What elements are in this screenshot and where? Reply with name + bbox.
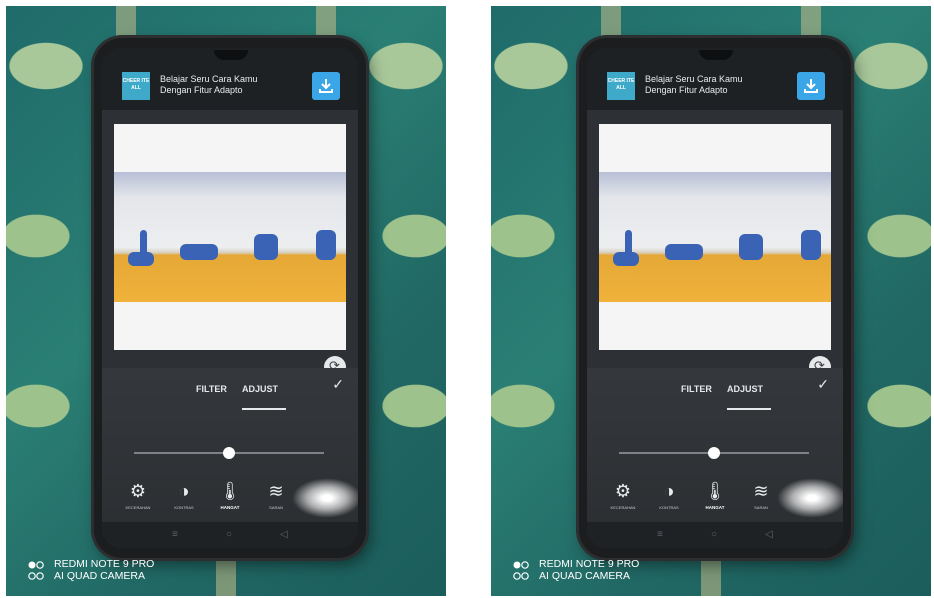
download-button[interactable] <box>797 72 825 100</box>
tool-label: KECERAHAN <box>125 505 151 510</box>
tab-adjust[interactable]: ADJUST <box>727 384 763 394</box>
editor-controls: FILTER ADJUST ✓ ⚙ KECERAHAN ◑ KONTRAS 🌡 … <box>102 368 358 548</box>
watermark-line2: AI QUAD CAMERA <box>54 570 146 582</box>
phone-screen: CHEER ITE ALL Belajar Seru Cara Kamu Den… <box>102 48 358 548</box>
download-icon <box>319 79 333 93</box>
tool-label: KONTRAS <box>174 505 194 510</box>
tool-brightness[interactable]: ⚙ KECERAHAN <box>118 480 158 510</box>
watermark-line1: REDMI NOTE 9 PRO <box>539 558 640 570</box>
home-icon[interactable]: ○ <box>226 529 232 540</box>
tab-filter[interactable]: FILTER <box>681 384 712 394</box>
camera-logo-icon <box>513 561 529 580</box>
app-header: CHEER ITE ALL Belajar Seru Cara Kamu Den… <box>102 48 358 110</box>
wifi-icon: ≋ <box>268 481 284 501</box>
judoka-figure <box>180 244 218 260</box>
tool-label: HANGAT <box>705 505 725 510</box>
thermometer-icon: 🌡 <box>218 481 242 501</box>
menu-icon[interactable]: ≡ <box>172 529 178 540</box>
wifi-icon: ≋ <box>753 481 769 501</box>
app-logo: CHEER ITE ALL <box>122 72 150 100</box>
tool-contrast[interactable]: ◑ KONTRAS <box>649 480 689 510</box>
home-icon[interactable]: ○ <box>711 529 717 540</box>
photo-right: CHEER ITE ALL Belajar Seru Cara Kamu Den… <box>491 6 931 596</box>
tool-label: KONTRAS <box>659 505 679 510</box>
adjust-slider-knob[interactable] <box>708 447 720 459</box>
phone-screen: CHEER ITE ALL Belajar Seru Cara Kamu Den… <box>587 48 843 548</box>
judoka-figure <box>254 234 278 260</box>
judoka-figure <box>625 230 632 256</box>
app-title-line1: Belajar Seru Cara Kamu <box>645 74 743 84</box>
watermark-line1: REDMI NOTE 9 PRO <box>54 558 155 570</box>
download-icon <box>804 79 818 93</box>
judoka-figure <box>739 234 763 260</box>
app-header: CHEER ITE ALL Belajar Seru Cara Kamu Den… <box>587 48 843 110</box>
gear-icon: ⚙ <box>614 481 632 501</box>
tool-label: HANGAT <box>220 505 240 510</box>
tool-brightness[interactable]: ⚙ KECERAHAN <box>603 480 643 510</box>
menu-icon[interactable]: ≡ <box>657 529 663 540</box>
system-nav-bar: ≡ ○ ◁ <box>587 522 843 548</box>
camera-logo-icon <box>28 561 44 580</box>
tool-contrast[interactable]: ◑ KONTRAS <box>164 480 204 510</box>
contrast-icon: ◑ <box>663 481 675 501</box>
app-title-line2: Dengan Fitur Adapto <box>645 85 728 95</box>
adjust-slider-knob[interactable] <box>223 447 235 459</box>
phone: CHEER ITE ALL Belajar Seru Cara Kamu Den… <box>94 38 366 558</box>
camera-notch <box>699 50 733 60</box>
tool-warmth[interactable]: 🌡 HANGAT <box>210 480 250 510</box>
judo-scene <box>114 172 346 302</box>
app-title-line1: Belajar Seru Cara Kamu <box>160 74 258 84</box>
app-title: Belajar Seru Cara Kamu Dengan Fitur Adap… <box>645 74 775 96</box>
watermark-line2: AI QUAD CAMERA <box>539 570 631 582</box>
back-icon[interactable]: ◁ <box>280 529 288 540</box>
confirm-icon[interactable]: ✓ <box>817 376 829 393</box>
back-icon[interactable]: ◁ <box>765 529 773 540</box>
tool-label: SARAN <box>269 505 283 510</box>
judoka-figure <box>665 244 703 260</box>
app-logo: CHEER ITE ALL <box>607 72 635 100</box>
light-glare <box>292 478 358 518</box>
photo-preview <box>114 124 346 350</box>
tab-filter[interactable]: FILTER <box>196 384 227 394</box>
tool-suggestion[interactable]: ≋ SARAN <box>256 480 296 510</box>
system-nav-bar: ≡ ○ ◁ <box>102 522 358 548</box>
tablecloth-stripe <box>216 561 236 596</box>
judoka-figure <box>801 230 821 260</box>
app-title: Belajar Seru Cara Kamu Dengan Fitur Adap… <box>160 74 290 96</box>
tab-adjust[interactable]: ADJUST <box>242 384 278 394</box>
confirm-icon[interactable]: ✓ <box>332 376 344 393</box>
tablecloth-stripe <box>701 561 721 596</box>
judo-scene <box>599 172 831 302</box>
editor-controls: FILTER ADJUST ✓ ⚙ KECERAHAN ◑ KONTRAS 🌡 … <box>587 368 843 548</box>
photo-preview <box>599 124 831 350</box>
tool-suggestion[interactable]: ≋ SARAN <box>741 480 781 510</box>
contrast-icon: ◑ <box>178 481 190 501</box>
tool-label: SARAN <box>754 505 768 510</box>
photo-left: CHEER ITE ALL Belajar Seru Cara Kamu Den… <box>6 6 446 596</box>
tool-label: KECERAHAN <box>610 505 636 510</box>
gear-icon: ⚙ <box>129 481 147 501</box>
download-button[interactable] <box>312 72 340 100</box>
thermometer-icon: 🌡 <box>703 481 727 501</box>
camera-notch <box>214 50 248 60</box>
judoka-figure <box>140 230 147 256</box>
active-tab-indicator <box>242 408 286 410</box>
light-glare <box>777 478 843 518</box>
tool-warmth[interactable]: 🌡 HANGAT <box>695 480 735 510</box>
active-tab-indicator <box>727 408 771 410</box>
app-title-line2: Dengan Fitur Adapto <box>160 85 243 95</box>
phone: CHEER ITE ALL Belajar Seru Cara Kamu Den… <box>579 38 851 558</box>
judoka-figure <box>316 230 336 260</box>
